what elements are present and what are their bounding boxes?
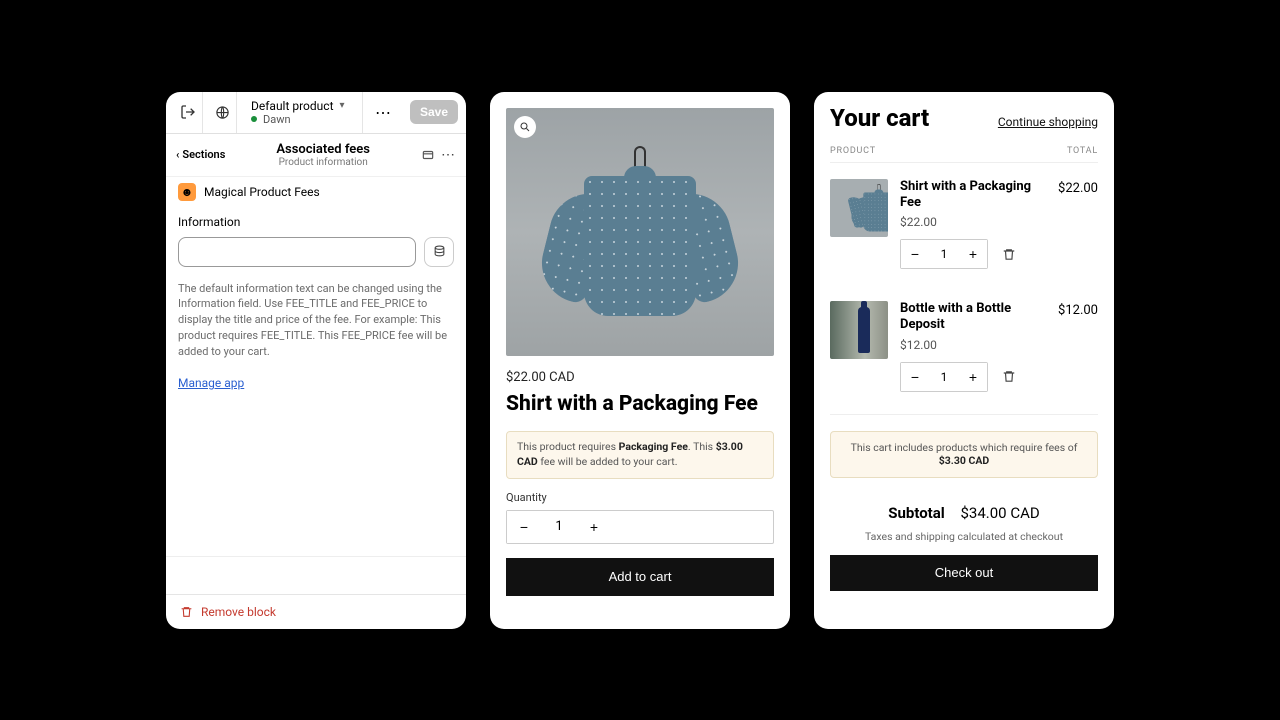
cart-item-price: $12.00 [900, 338, 1046, 352]
fee-notice: This product requires Packaging Fee. Thi… [506, 431, 774, 478]
qty-value: 1 [541, 511, 577, 543]
app-name: Magical Product Fees [204, 185, 320, 199]
app-block: ☻ Magical Product Fees [178, 177, 454, 211]
cart-item-name: Bottle with a Bottle Deposit [900, 301, 1046, 334]
shirt-illustration [540, 142, 740, 322]
exit-editor-button[interactable] [174, 92, 203, 133]
remove-block-button[interactable]: Remove block [166, 594, 466, 629]
information-input[interactable] [178, 237, 416, 267]
qty-value: 1 [929, 240, 959, 268]
quantity-label: Quantity [506, 491, 774, 504]
status-dot-icon [251, 116, 257, 122]
product-page-panel: $22.00 CAD Shirt with a Packaging Fee Th… [490, 92, 790, 629]
cart-panel: Your cart Continue shopping PRODUCT TOTA… [814, 92, 1114, 629]
manage-app-link[interactable]: Manage app [178, 376, 244, 390]
theme-editor-panel: Default product ▾ Dawn ⋯ Save ‹ Sections… [166, 92, 466, 629]
continue-shopping-link[interactable]: Continue shopping [998, 115, 1098, 129]
section-title: Associated fees [233, 142, 413, 157]
dynamic-source-button[interactable] [424, 237, 454, 267]
qty-decrement-button[interactable]: − [901, 240, 929, 268]
chevron-left-icon: ‹ [176, 148, 179, 161]
remove-item-button[interactable] [1002, 369, 1016, 384]
more-button[interactable]: ⋯ [369, 103, 398, 122]
product-selector[interactable]: Default product ▾ Dawn [243, 99, 356, 126]
cart-subtotal: Subtotal $34.00 CAD [830, 504, 1098, 522]
qty-increment-button[interactable]: + [959, 240, 987, 268]
cart-title: Your cart [830, 104, 929, 132]
information-label: Information [178, 215, 454, 229]
back-button[interactable]: ‹ Sections [176, 148, 225, 161]
cart-qty-stepper: − 1 + [900, 362, 988, 392]
cart-item-price: $22.00 [900, 215, 1046, 229]
qty-decrement-button[interactable]: − [901, 363, 929, 391]
checkout-button[interactable]: Check out [830, 555, 1098, 591]
section-subtitle: Product information [233, 157, 413, 168]
qty-decrement-button[interactable]: − [507, 511, 541, 543]
cart-fee-notice: This cart includes products which requir… [830, 431, 1098, 478]
section-header: ‹ Sections Associated fees Product infor… [166, 134, 466, 177]
qty-increment-button[interactable]: + [959, 363, 987, 391]
app-icon: ☻ [178, 183, 196, 201]
quantity-stepper: − 1 + [506, 510, 774, 544]
trash-icon [180, 605, 193, 619]
tax-note: Taxes and shipping calculated at checkou… [830, 530, 1098, 543]
theme-name: Dawn [263, 113, 291, 126]
chevron-down-icon: ▾ [340, 100, 345, 111]
trash-icon [1002, 247, 1016, 262]
remove-item-button[interactable] [1002, 247, 1016, 262]
product-selector-label: Default product [251, 99, 334, 113]
cart-qty-stepper: − 1 + [900, 239, 988, 269]
cart-item-image [830, 301, 888, 359]
product-title: Shirt with a Packaging Fee [506, 391, 774, 418]
editor-toolbar: Default product ▾ Dawn ⋯ Save [166, 92, 466, 134]
help-text: The default information text can be chan… [178, 281, 454, 361]
add-to-cart-button[interactable]: Add to cart [506, 558, 774, 596]
globe-button[interactable] [209, 92, 237, 133]
preview-icon[interactable] [421, 148, 435, 162]
qty-increment-button[interactable]: + [577, 511, 611, 543]
cart-item-total: $22.00 [1058, 179, 1098, 270]
product-price: $22.00 CAD [506, 370, 774, 385]
section-more-button[interactable]: ⋯ [441, 147, 456, 163]
cart-columns: PRODUCT TOTAL [830, 142, 1098, 163]
cart-item-name: Shirt with a Packaging Fee [900, 179, 1046, 212]
product-image [506, 108, 774, 356]
zoom-button[interactable] [514, 116, 536, 138]
cart-item: Shirt with a Packaging Fee $22.00 − 1 + … [830, 163, 1098, 286]
qty-value: 1 [929, 363, 959, 391]
trash-icon [1002, 369, 1016, 384]
save-button[interactable]: Save [410, 100, 458, 124]
cart-item: Bottle with a Bottle Deposit $12.00 − 1 … [830, 285, 1098, 408]
cart-item-total: $12.00 [1058, 301, 1098, 392]
cart-item-image [830, 179, 888, 237]
